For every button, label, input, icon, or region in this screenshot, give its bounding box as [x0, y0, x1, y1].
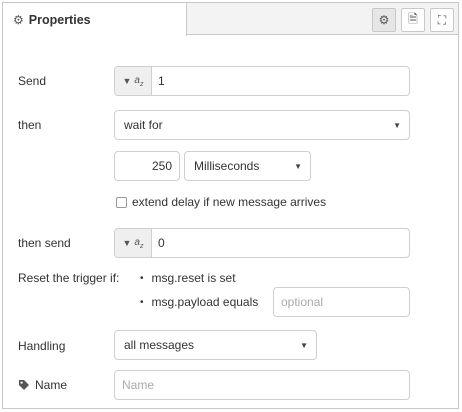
- extend-delay-label: extend delay if new message arrives: [132, 195, 327, 209]
- reset-item-reset-label: msg.reset is set: [151, 271, 236, 285]
- name-input[interactable]: Name: [114, 370, 410, 400]
- tab-bar: ⚙ Properties ⚙ 🗎 ⛶: [3, 3, 458, 36]
- string-type-icon-sub: z: [139, 242, 144, 250]
- send-label: Send: [18, 74, 47, 88]
- handling-select[interactable]: all messages ▼: [114, 330, 317, 360]
- document-icon: 🗎: [408, 11, 418, 26]
- duration-value: 250: [151, 159, 172, 173]
- reset-payload-placeholder: optional: [281, 295, 324, 309]
- then-send-type-selector[interactable]: ▼ az: [115, 229, 152, 257]
- settings-tab-button[interactable]: ⚙: [372, 8, 396, 32]
- reset-item-payload: • msg.payload equals: [140, 295, 258, 309]
- gear-icon: ⚙: [13, 12, 24, 27]
- send-type-selector[interactable]: ▼ az: [115, 67, 152, 95]
- reset-item-payload-label: msg.payload equals: [151, 295, 259, 309]
- tab-properties[interactable]: ⚙ Properties: [3, 3, 187, 36]
- send-typed-input[interactable]: ▼ az 1: [114, 66, 410, 96]
- gear-icon: ⚙: [378, 13, 390, 27]
- reset-item-reset: • msg.reset is set: [140, 271, 236, 285]
- duration-units-value: Milliseconds: [194, 159, 260, 173]
- string-type-icon-sub: z: [139, 80, 144, 88]
- then-send-value: 0: [158, 236, 165, 250]
- name-label: Name: [35, 378, 68, 392]
- appearance-tab-button[interactable]: ⛶: [430, 8, 454, 32]
- reset-payload-input[interactable]: optional: [273, 287, 410, 317]
- name-placeholder: Name: [122, 378, 155, 392]
- handling-label: Handling: [18, 339, 66, 353]
- then-label: then: [18, 118, 42, 132]
- frame-icon: ⛶: [437, 12, 447, 27]
- duration-input[interactable]: 250: [114, 151, 180, 181]
- send-value: 1: [158, 74, 165, 88]
- caret-down-icon: ▼: [294, 161, 302, 171]
- caret-down-icon: ▼: [122, 76, 132, 86]
- properties-panel: ⚙ Properties ⚙ 🗎 ⛶ Send ▼ az 1 then wait…: [2, 2, 459, 409]
- caret-down-icon: ▼: [300, 340, 308, 350]
- reset-label: Reset the trigger if:: [18, 271, 120, 285]
- caret-down-icon: ▼: [393, 120, 401, 130]
- then-send-label: then send: [18, 236, 71, 250]
- tag-icon: [19, 380, 29, 390]
- then-select-value: wait for: [124, 118, 163, 132]
- handling-select-value: all messages: [124, 338, 195, 352]
- description-tab-button[interactable]: 🗎: [401, 8, 425, 32]
- tab-properties-label: Properties: [28, 12, 91, 27]
- bullet-icon: •: [140, 296, 144, 308]
- name-label-group: Name: [18, 378, 67, 392]
- bullet-icon: •: [140, 272, 144, 284]
- duration-units-select[interactable]: Milliseconds ▼: [184, 151, 311, 181]
- then-select[interactable]: wait for ▼: [114, 110, 410, 140]
- extend-delay-checkbox[interactable]: [116, 197, 127, 208]
- caret-down-icon: ▼: [122, 238, 132, 248]
- then-send-typed-input[interactable]: ▼ az 0: [114, 228, 410, 258]
